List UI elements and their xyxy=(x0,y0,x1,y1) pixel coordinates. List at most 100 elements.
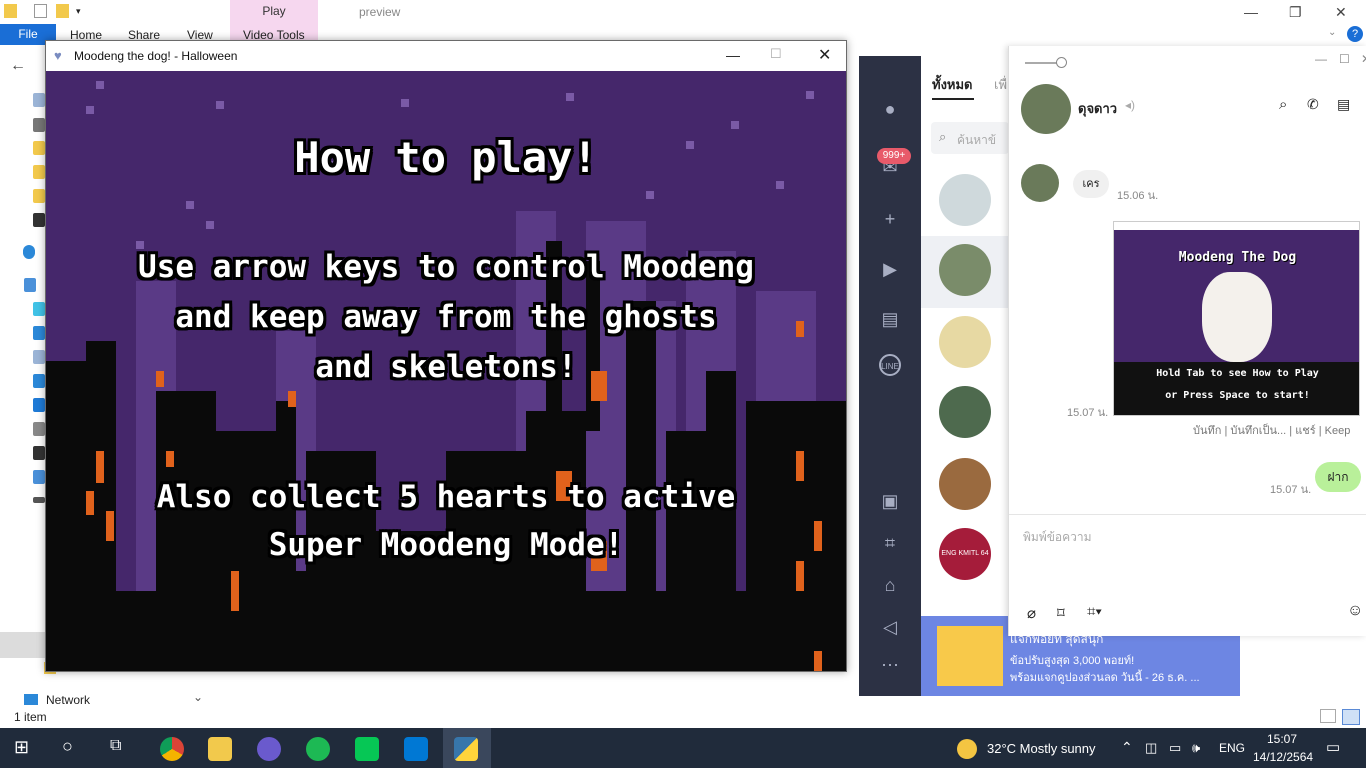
game-canvas[interactable]: How to play! Use arrow keys to control M… xyxy=(46,71,846,671)
contact-avatar[interactable] xyxy=(1021,84,1071,134)
battery-icon[interactable]: ▭ xyxy=(1169,740,1181,756)
line-icon[interactable]: LINE xyxy=(879,354,901,376)
folder-icon[interactable] xyxy=(33,141,45,155)
help-icon[interactable]: ? xyxy=(1347,26,1363,42)
instruction-line-4: Also collect 5 hearts to active xyxy=(156,479,736,515)
notification-icon[interactable]: ▭ xyxy=(1326,738,1340,756)
spotify-icon[interactable] xyxy=(306,737,330,761)
game-title-bar[interactable]: ♥ Moodeng the dog! - Halloween — ☐ ✕ xyxy=(46,41,846,71)
3d-objects-icon[interactable] xyxy=(33,302,45,316)
divider xyxy=(1009,514,1366,515)
documents-icon[interactable] xyxy=(33,350,45,364)
python-icon[interactable] xyxy=(454,737,478,761)
image-hint-1: Hold Tab to see How to Play xyxy=(1156,368,1319,379)
minimize-icon[interactable]: — xyxy=(726,47,740,63)
chrome-icon[interactable] xyxy=(160,737,184,761)
bookmark-icon[interactable]: ⌂ xyxy=(879,574,901,596)
avatar[interactable] xyxy=(939,316,991,368)
nav-item-network[interactable]: Network xyxy=(46,693,90,707)
sender-avatar[interactable] xyxy=(1021,164,1059,202)
folder-icon[interactable] xyxy=(33,189,45,203)
drive-icon[interactable] xyxy=(33,470,45,484)
clock-time[interactable]: 15:07 xyxy=(1267,732,1297,746)
weather-text[interactable]: 32°C Mostly sunny xyxy=(987,741,1096,756)
search-icon[interactable]: ⌕ xyxy=(1279,96,1287,113)
properties-icon[interactable] xyxy=(34,4,47,18)
weather-sun-icon[interactable] xyxy=(957,739,977,759)
close-icon[interactable]: ✕ xyxy=(1335,4,1347,21)
add-friend-icon[interactable]: + xyxy=(879,208,901,230)
crop-icon[interactable]: ⌗▾ xyxy=(1087,603,1102,620)
image-actions[interactable]: บันทึก | บันทึกเป็น... | แชร์ | Keep xyxy=(1193,421,1350,439)
video-call-icon[interactable]: ▣ xyxy=(879,490,901,512)
menu-icon[interactable]: ▤ xyxy=(1337,96,1350,113)
pictures-icon[interactable] xyxy=(33,422,45,436)
attach-icon[interactable]: ⌀ xyxy=(1027,604,1036,622)
this-pc-icon[interactable] xyxy=(24,278,36,292)
discord-icon[interactable] xyxy=(257,737,281,761)
file-explorer-icon[interactable] xyxy=(208,737,232,761)
close-icon[interactable]: ✕ xyxy=(818,45,831,65)
new-folder-icon[interactable] xyxy=(56,4,69,18)
video-icon[interactable] xyxy=(33,213,45,227)
drive-icon[interactable] xyxy=(33,118,45,132)
search-input[interactable]: ⌕ ค้นหาข้ xyxy=(931,122,1009,154)
details-view-icon[interactable] xyxy=(1320,709,1336,723)
taskbar xyxy=(0,728,1366,768)
onedrive-icon[interactable] xyxy=(23,245,35,259)
doc-icon[interactable] xyxy=(33,93,45,107)
clock-date[interactable]: 14/12/2564 xyxy=(1253,750,1313,764)
language-indicator[interactable]: ENG xyxy=(1219,741,1245,755)
scroll-down-icon[interactable]: ⌄ xyxy=(193,690,203,704)
opacity-slider-thumb[interactable] xyxy=(1056,57,1067,68)
emoji-icon[interactable]: ☺ xyxy=(1347,602,1363,620)
line-app-icon[interactable] xyxy=(355,737,379,761)
folder-icon[interactable] xyxy=(4,4,17,18)
promo-line-2: พร้อมแจกคูปองส่วนลด วันนี้ - 26 ธ.ค. ... xyxy=(1010,672,1200,684)
mute-icon[interactable]: ◂) xyxy=(1125,98,1135,112)
contact-name[interactable]: ดุจดาว xyxy=(1078,98,1117,119)
maximize-icon[interactable]: ❐ xyxy=(1289,4,1302,21)
avatar[interactable] xyxy=(939,174,991,226)
announce-icon[interactable]: ◁ xyxy=(879,616,901,638)
message-input[interactable]: พิมพ์ข้อความ xyxy=(1023,528,1092,547)
notes-icon[interactable]: ▤ xyxy=(879,308,901,330)
more-icon[interactable]: ⋯ xyxy=(879,654,901,676)
minimize-icon[interactable]: — xyxy=(1244,4,1258,20)
folder-icon[interactable] xyxy=(33,165,45,179)
search-icon[interactable]: ○ xyxy=(62,736,73,757)
maximize-icon[interactable]: ☐ xyxy=(1339,52,1350,66)
bookmark-icon[interactable]: ⌑ xyxy=(1057,604,1065,622)
large-icons-view-icon[interactable] xyxy=(1342,709,1360,725)
start-icon[interactable]: ⊞ xyxy=(14,737,29,758)
maximize-icon[interactable]: ☐ xyxy=(770,46,782,62)
vscode-icon[interactable] xyxy=(404,737,428,761)
tray-chevron-icon[interactable]: ⌃ xyxy=(1121,739,1133,756)
call-icon[interactable]: ✆ xyxy=(1307,96,1319,113)
close-icon[interactable]: ✕ xyxy=(1361,52,1366,66)
friends-icon[interactable]: ● xyxy=(879,98,901,120)
shared-image[interactable]: Moodeng The Dog Hold Tab to see How to P… xyxy=(1113,221,1360,416)
avatar[interactable] xyxy=(939,386,991,438)
tab-all[interactable]: ทั้งหมด xyxy=(932,74,973,95)
task-view-icon[interactable]: ⧉ xyxy=(110,737,121,755)
music-icon[interactable] xyxy=(33,398,45,412)
ribbon-expand-icon[interactable]: ⌄ xyxy=(1328,27,1336,38)
sent-message[interactable]: ฝาก xyxy=(1315,462,1361,492)
back-arrow-icon[interactable]: ← xyxy=(10,57,26,75)
avatar[interactable]: ENG KMITL 64 xyxy=(939,528,991,580)
downloads-icon[interactable] xyxy=(33,374,45,388)
drive-icon[interactable] xyxy=(33,497,45,503)
crop-icon[interactable]: ⌗ xyxy=(879,532,901,554)
videos-icon[interactable] xyxy=(33,446,45,460)
volume-icon[interactable]: 🕪 xyxy=(1192,740,1200,756)
network-tray-icon[interactable]: ◫ xyxy=(1145,740,1157,756)
avatar[interactable] xyxy=(939,458,991,510)
voom-icon[interactable]: ▶ xyxy=(879,258,901,280)
desktop-icon[interactable] xyxy=(33,326,45,340)
tab-friends[interactable]: เพื่ xyxy=(994,74,1007,95)
chevron-down-icon[interactable]: ▾ xyxy=(76,6,81,17)
minimize-icon[interactable]: — xyxy=(1315,52,1327,66)
received-message[interactable]: เคร xyxy=(1073,170,1109,198)
avatar[interactable] xyxy=(939,244,991,296)
